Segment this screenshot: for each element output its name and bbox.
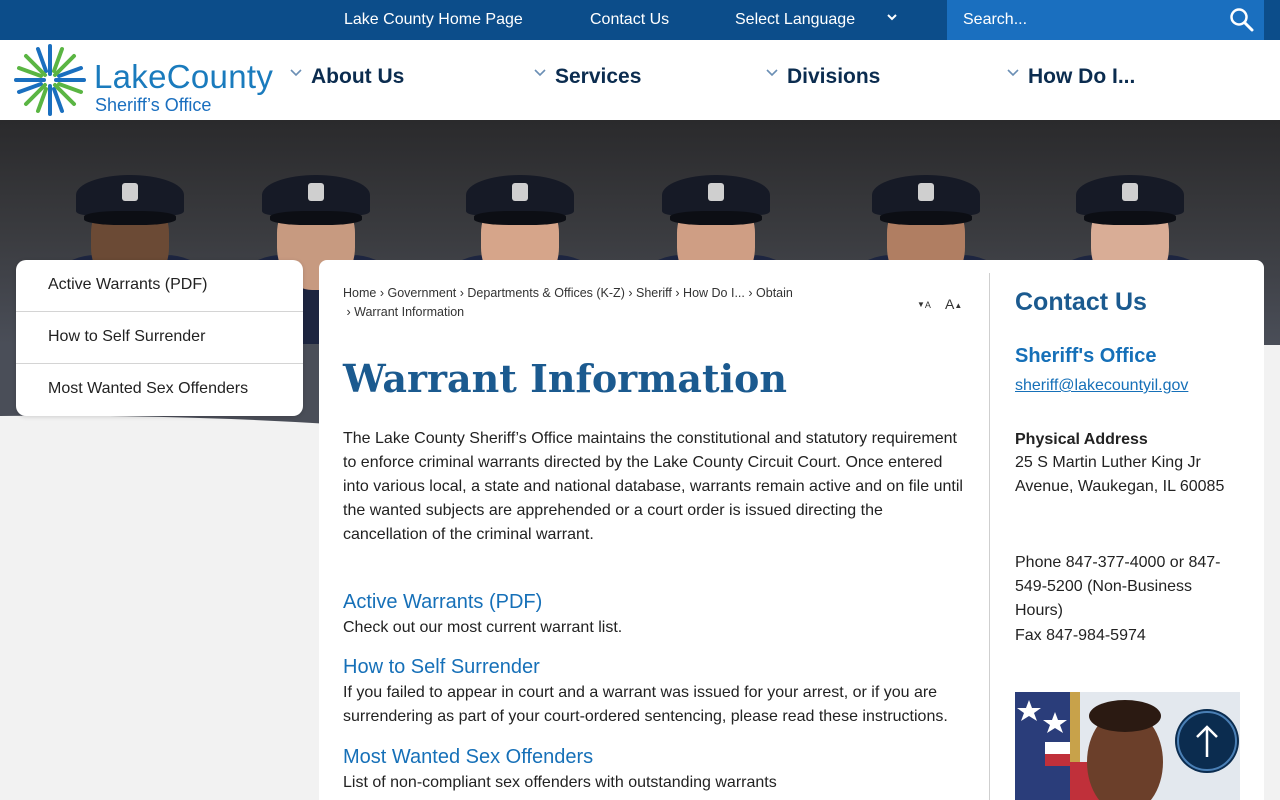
- resource-description: Check out our most current warrant list.: [343, 619, 623, 636]
- contact-us-link[interactable]: Contact Us: [590, 0, 669, 40]
- arrow-up-icon: [1196, 725, 1218, 757]
- utility-bar: Lake County Home Page Contact Us Select …: [0, 0, 1280, 40]
- side-link-most-wanted[interactable]: Most Wanted Sex Offenders: [16, 364, 303, 416]
- logo-name-lake: Lake: [94, 58, 167, 95]
- breadcrumb-separator: ›: [346, 305, 351, 319]
- breadcrumb-obtain[interactable]: Obtain: [756, 286, 793, 300]
- side-link-active-warrants[interactable]: Active Warrants (PDF): [16, 260, 303, 312]
- chevron-down-icon: [1007, 69, 1019, 77]
- nav-about-us-label: About Us: [311, 65, 405, 88]
- nav-services[interactable]: Services: [533, 40, 641, 120]
- resource-item: Active Warrants (PDF) Check out our most…: [343, 588, 971, 640]
- active-warrants-link[interactable]: Active Warrants (PDF): [343, 588, 971, 616]
- chevron-down-icon: [290, 69, 302, 77]
- breadcrumb: Home › Government › Departments & Office…: [343, 284, 813, 322]
- breadcrumb-separator: ›: [379, 286, 384, 300]
- fax-number: Fax 847-984-5974: [1015, 627, 1146, 644]
- breadcrumb-separator: ›: [675, 286, 680, 300]
- breadcrumb-home[interactable]: Home: [343, 286, 376, 300]
- chevron-down-icon[interactable]: [884, 10, 900, 26]
- search-icon[interactable]: [1228, 6, 1256, 34]
- page-title: Warrant Information: [343, 356, 787, 401]
- breadcrumb-separator: ›: [748, 286, 753, 300]
- nav-divisions-label: Divisions: [787, 65, 881, 88]
- resource-item: How to Self Surrender If you failed to a…: [343, 653, 971, 729]
- resource-description: If you failed to appear in court and a w…: [343, 684, 948, 725]
- site-logo[interactable]: LakeCounty Sheriff’s Office: [14, 44, 274, 116]
- nav-services-label: Services: [555, 65, 642, 88]
- breadcrumb-departments[interactable]: Departments & Offices (K-Z): [467, 286, 624, 300]
- physical-address: 25 S Martin Luther King Jr Avenue, Wauke…: [1015, 454, 1225, 495]
- search-input[interactable]: [947, 0, 1217, 40]
- contact-office-name: Sheriff's Office: [1015, 345, 1157, 367]
- starburst-logo-icon: [14, 44, 86, 116]
- side-navigation: Active Warrants (PDF) How to Self Surren…: [16, 260, 303, 416]
- font-size-tools: ▼A A▲: [917, 296, 967, 312]
- select-language-dropdown[interactable]: Select Language: [735, 0, 855, 40]
- logo-name-county: County: [166, 58, 274, 95]
- nav-about-us[interactable]: About Us: [289, 40, 404, 120]
- resource-item: Most Wanted Sex Offenders List of non-co…: [343, 743, 971, 795]
- increase-font-button[interactable]: A▲: [945, 296, 962, 312]
- breadcrumb-how-do-i[interactable]: How Do I...: [683, 286, 745, 300]
- breadcrumb-government[interactable]: Government: [387, 286, 456, 300]
- main-content: Home › Government › Departments & Office…: [319, 260, 1264, 800]
- chevron-down-icon: [534, 69, 546, 77]
- logo-subtitle: Sheriff’s Office: [95, 95, 212, 115]
- chevron-down-icon: [766, 69, 778, 77]
- breadcrumb-current: Warrant Information: [354, 305, 465, 319]
- self-surrender-link[interactable]: How to Self Surrender: [343, 653, 971, 681]
- address-label: Physical Address: [1015, 431, 1148, 448]
- search-box: [947, 0, 1264, 40]
- decrease-font-button[interactable]: ▼A: [917, 296, 931, 311]
- side-link-self-surrender[interactable]: How to Self Surrender: [16, 312, 303, 364]
- resource-description: List of non-compliant sex offenders with…: [343, 774, 777, 791]
- column-divider: [989, 273, 990, 800]
- home-page-link[interactable]: Lake County Home Page: [344, 0, 523, 40]
- most-wanted-link[interactable]: Most Wanted Sex Offenders: [343, 743, 971, 771]
- main-header: LakeCounty Sheriff’s Office About Us Ser…: [0, 40, 1280, 120]
- breadcrumb-separator: ›: [459, 286, 464, 300]
- intro-paragraph: The Lake County Sheriff’s Office maintai…: [343, 430, 963, 543]
- breadcrumb-separator: ›: [628, 286, 633, 300]
- back-to-top-button[interactable]: [1177, 711, 1237, 771]
- breadcrumb-sheriff[interactable]: Sheriff: [636, 286, 672, 300]
- nav-how-do-i[interactable]: How Do I...: [1006, 40, 1135, 120]
- contact-heading: Contact Us: [1015, 288, 1147, 316]
- logo-wordmark: LakeCounty: [94, 58, 273, 96]
- phone-numbers: Phone 847-377-4000 or 847-549-5200 (Non-…: [1015, 554, 1221, 619]
- nav-how-do-i-label: How Do I...: [1028, 65, 1136, 88]
- contact-email-link[interactable]: sheriff@lakecountyil.gov: [1015, 377, 1188, 395]
- nav-divisions[interactable]: Divisions: [765, 40, 880, 120]
